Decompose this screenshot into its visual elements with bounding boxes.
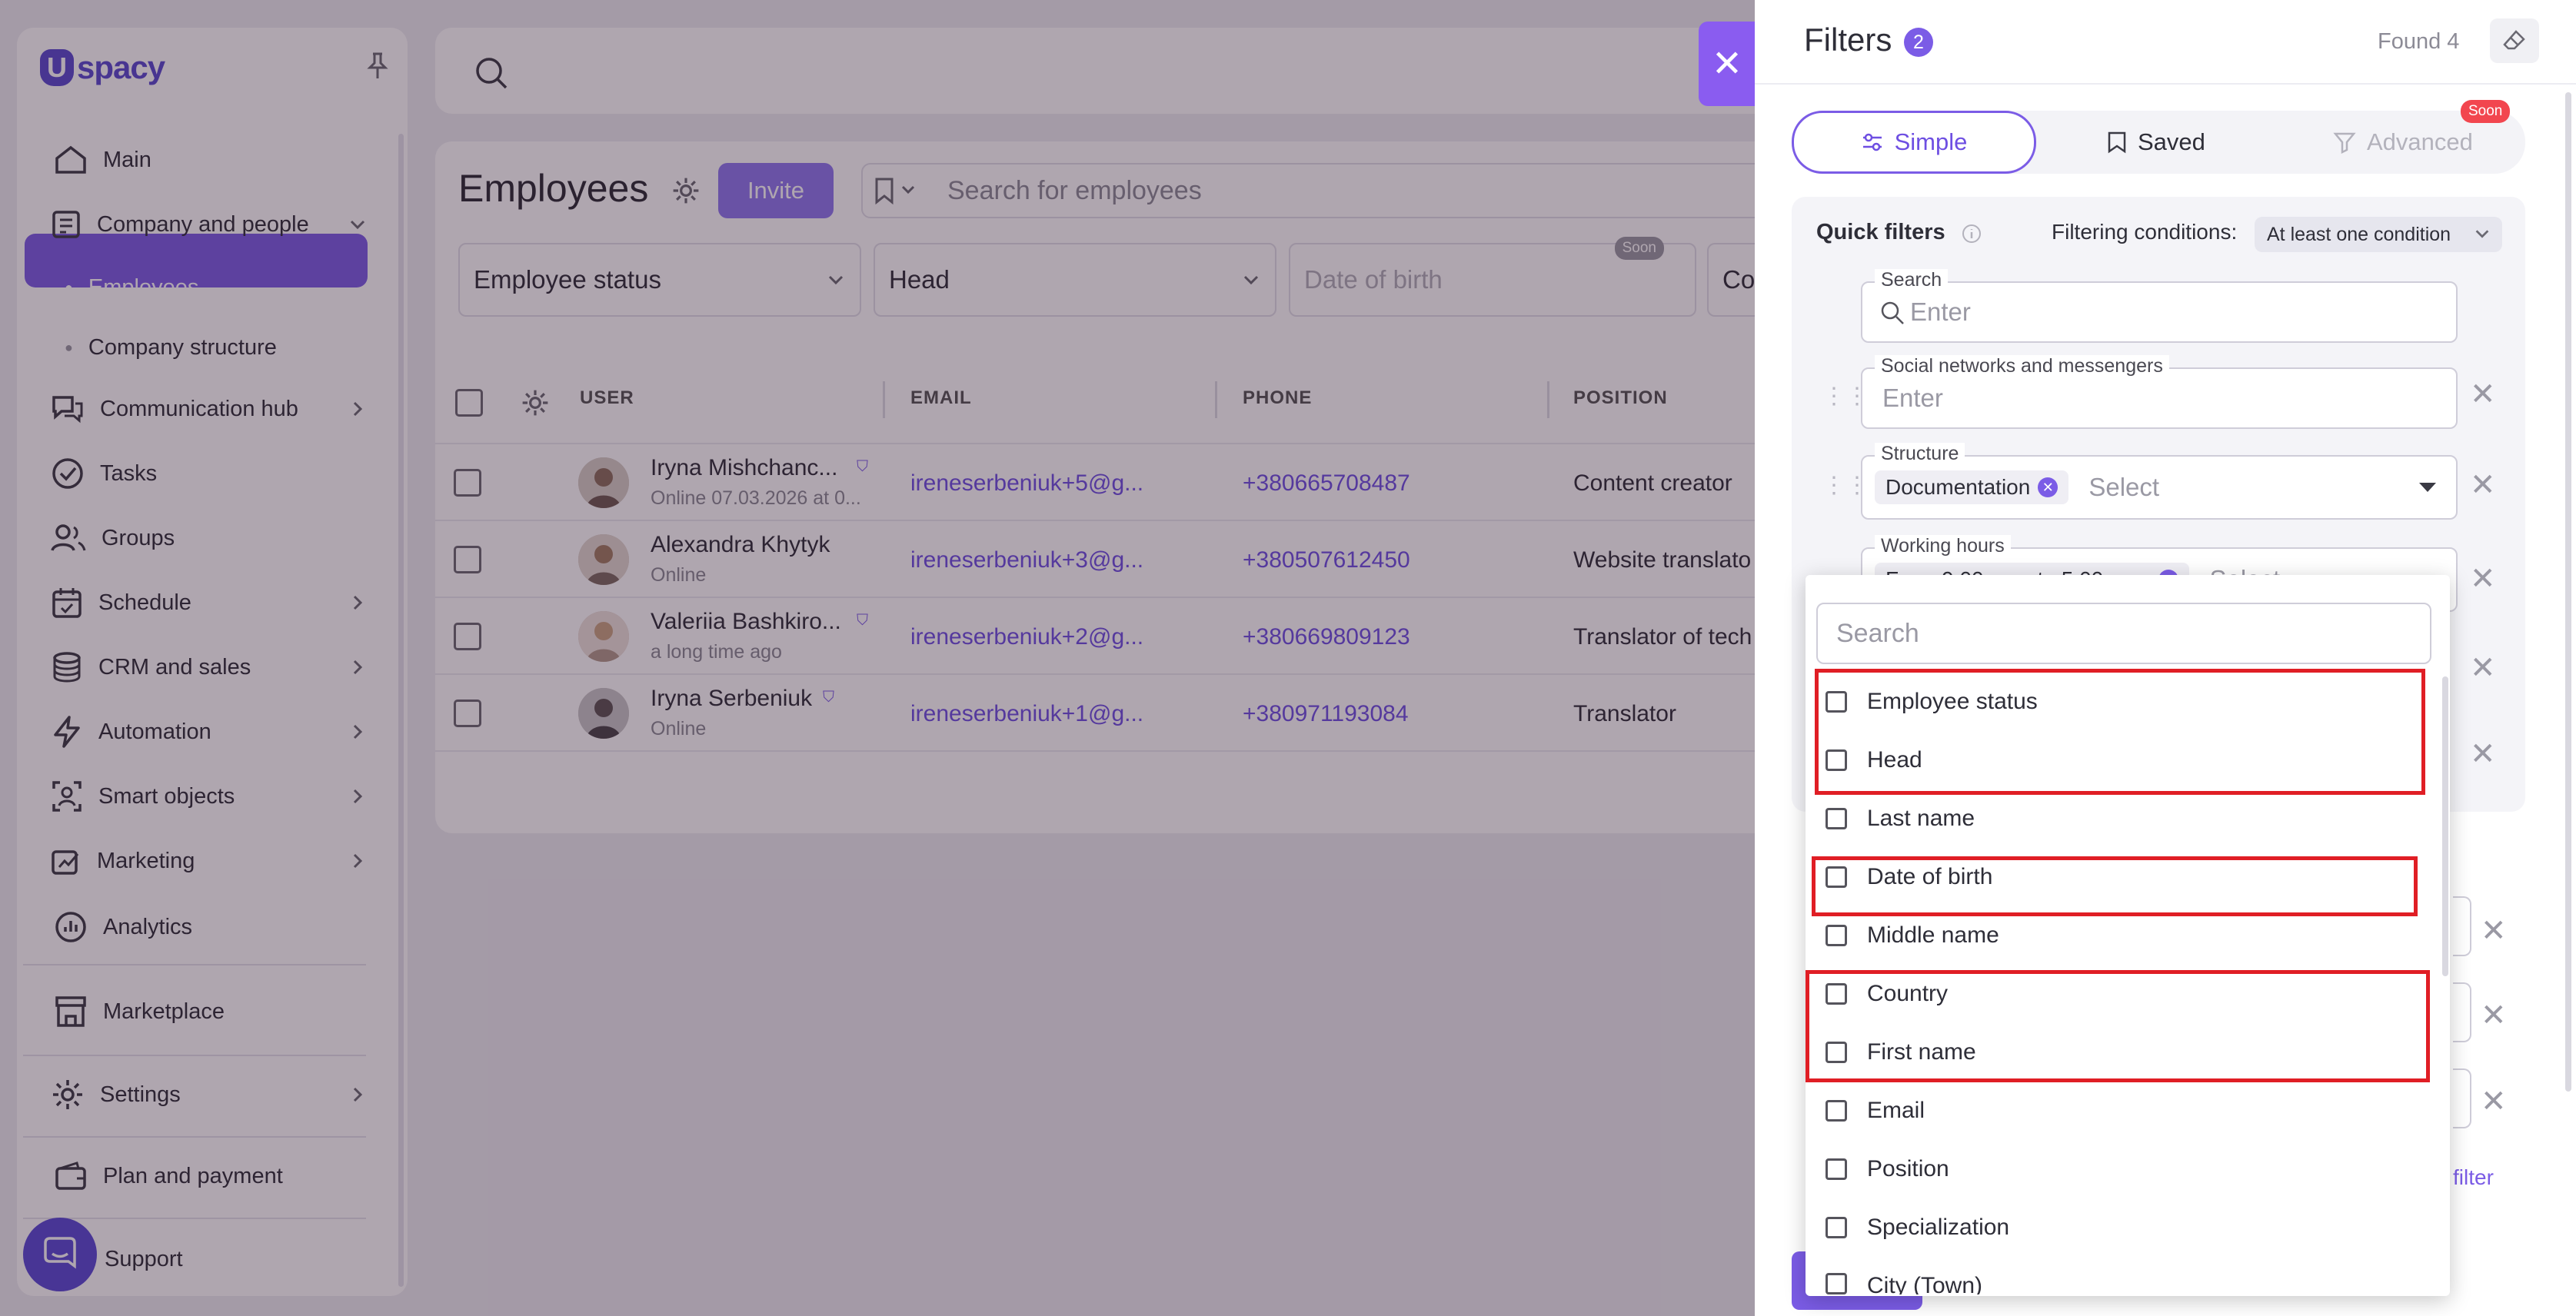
chevron-down-icon — [2473, 224, 2491, 243]
field-label: Working hours — [1875, 535, 2011, 557]
filters-count-badge: 2 — [1904, 28, 1933, 57]
remove-filter-icon[interactable]: ✕ — [2481, 1084, 2507, 1119]
option-label: Position — [1867, 1156, 1949, 1181]
select-value: At least one condition — [2267, 223, 2451, 245]
remove-filter-icon[interactable]: ✕ — [2470, 650, 2496, 686]
field-placeholder: Enter — [1910, 297, 1971, 326]
field-label: Social networks and messengers — [1875, 355, 2169, 377]
option-label: City (Town) — [1867, 1273, 1983, 1294]
social-networks-field[interactable]: Social networks and messengers Enter — [1861, 355, 2458, 429]
option-label: Specialization — [1867, 1215, 2010, 1240]
clear-filters-button[interactable] — [2490, 18, 2539, 63]
option-checkbox[interactable] — [1825, 1273, 1847, 1294]
remove-filter-icon[interactable]: ✕ — [2481, 998, 2507, 1033]
remove-filter-icon[interactable]: ✕ — [2470, 467, 2496, 503]
quick-filters-label: Quick filters — [1816, 220, 1945, 244]
chip-label: Documentation — [1885, 475, 2031, 499]
tab-saved[interactable]: Saved — [2107, 111, 2205, 174]
structure-chip[interactable]: Documentation ✕ — [1875, 470, 2069, 504]
found-count: Found 4 — [2378, 29, 2460, 54]
quick-search-field[interactable]: Search Enter — [1861, 269, 2458, 343]
option-middle-name[interactable]: Middle name — [1825, 922, 1999, 949]
option-position[interactable]: Position — [1825, 1156, 1949, 1182]
option-email[interactable]: Email — [1825, 1098, 1925, 1124]
modal-backdrop[interactable] — [0, 0, 1755, 1316]
field-label: Structure — [1875, 443, 1965, 465]
filter-funnel-icon — [2333, 131, 2356, 154]
field-label: Search — [1875, 269, 1949, 291]
dropdown-search-input[interactable]: Search — [1816, 603, 2431, 664]
remove-filter-icon[interactable]: ✕ — [2481, 913, 2507, 949]
field-placeholder: Enter — [1882, 384, 1943, 412]
option-label: Email — [1867, 1098, 1925, 1123]
option-checkbox[interactable] — [1825, 1100, 1847, 1122]
option-checkbox[interactable] — [1825, 925, 1847, 946]
option-label: Middle name — [1867, 922, 1999, 948]
add-filter-link[interactable]: filter — [2453, 1165, 2494, 1190]
tab-label: Saved — [2138, 128, 2205, 155]
filtering-conditions-select[interactable]: At least one condition — [2255, 217, 2502, 252]
option-checkbox[interactable] — [1825, 1158, 1847, 1180]
dropdown-scrollbar[interactable] — [2442, 676, 2448, 976]
option-city[interactable]: City (Town) — [1825, 1273, 1982, 1294]
tab-simple[interactable]: Simple — [1792, 111, 2036, 174]
filtering-conditions-label: Filtering conditions: — [2052, 220, 2238, 244]
tab-label: Advanced — [2367, 128, 2473, 155]
filters-title: Filters — [1804, 22, 1892, 58]
soon-badge: Soon — [2461, 100, 2511, 123]
info-icon[interactable] — [1961, 223, 1982, 244]
option-label: Last name — [1867, 806, 1975, 831]
panel-header-divider — [1755, 83, 2576, 85]
field-edge — [2453, 1068, 2471, 1128]
tab-label: Simple — [1894, 128, 1968, 155]
remove-chip-icon[interactable]: ✕ — [2038, 477, 2058, 497]
field-edge — [2453, 982, 2471, 1042]
option-specialization[interactable]: Specialization — [1825, 1215, 2009, 1241]
eraser-icon — [2502, 28, 2527, 53]
option-checkbox[interactable] — [1825, 1217, 1847, 1238]
structure-field[interactable]: Structure Documentation ✕ Select — [1861, 443, 2458, 520]
remove-filter-icon[interactable]: ✕ — [2470, 377, 2496, 412]
tab-advanced[interactable]: Advanced — [2333, 111, 2473, 174]
highlight-box — [1815, 669, 2425, 795]
highlight-box — [1812, 856, 2418, 916]
sliders-icon — [1861, 131, 1884, 154]
option-last-name[interactable]: Last name — [1825, 806, 1975, 832]
bookmark-icon — [2107, 131, 2127, 154]
field-placeholder: Select — [2088, 473, 2160, 501]
panel-scrollbar[interactable] — [2565, 92, 2571, 1092]
highlight-box — [1806, 970, 2430, 1082]
search-icon — [1879, 300, 1905, 326]
field-edge — [2453, 896, 2471, 956]
caret-down-icon — [2419, 483, 2436, 492]
close-icon: ✕ — [1711, 44, 1743, 85]
remove-filter-icon[interactable]: ✕ — [2470, 561, 2496, 597]
remove-filter-icon[interactable]: ✕ — [2470, 736, 2496, 772]
option-checkbox[interactable] — [1825, 808, 1847, 829]
close-filters-button[interactable]: ✕ — [1699, 22, 1756, 106]
